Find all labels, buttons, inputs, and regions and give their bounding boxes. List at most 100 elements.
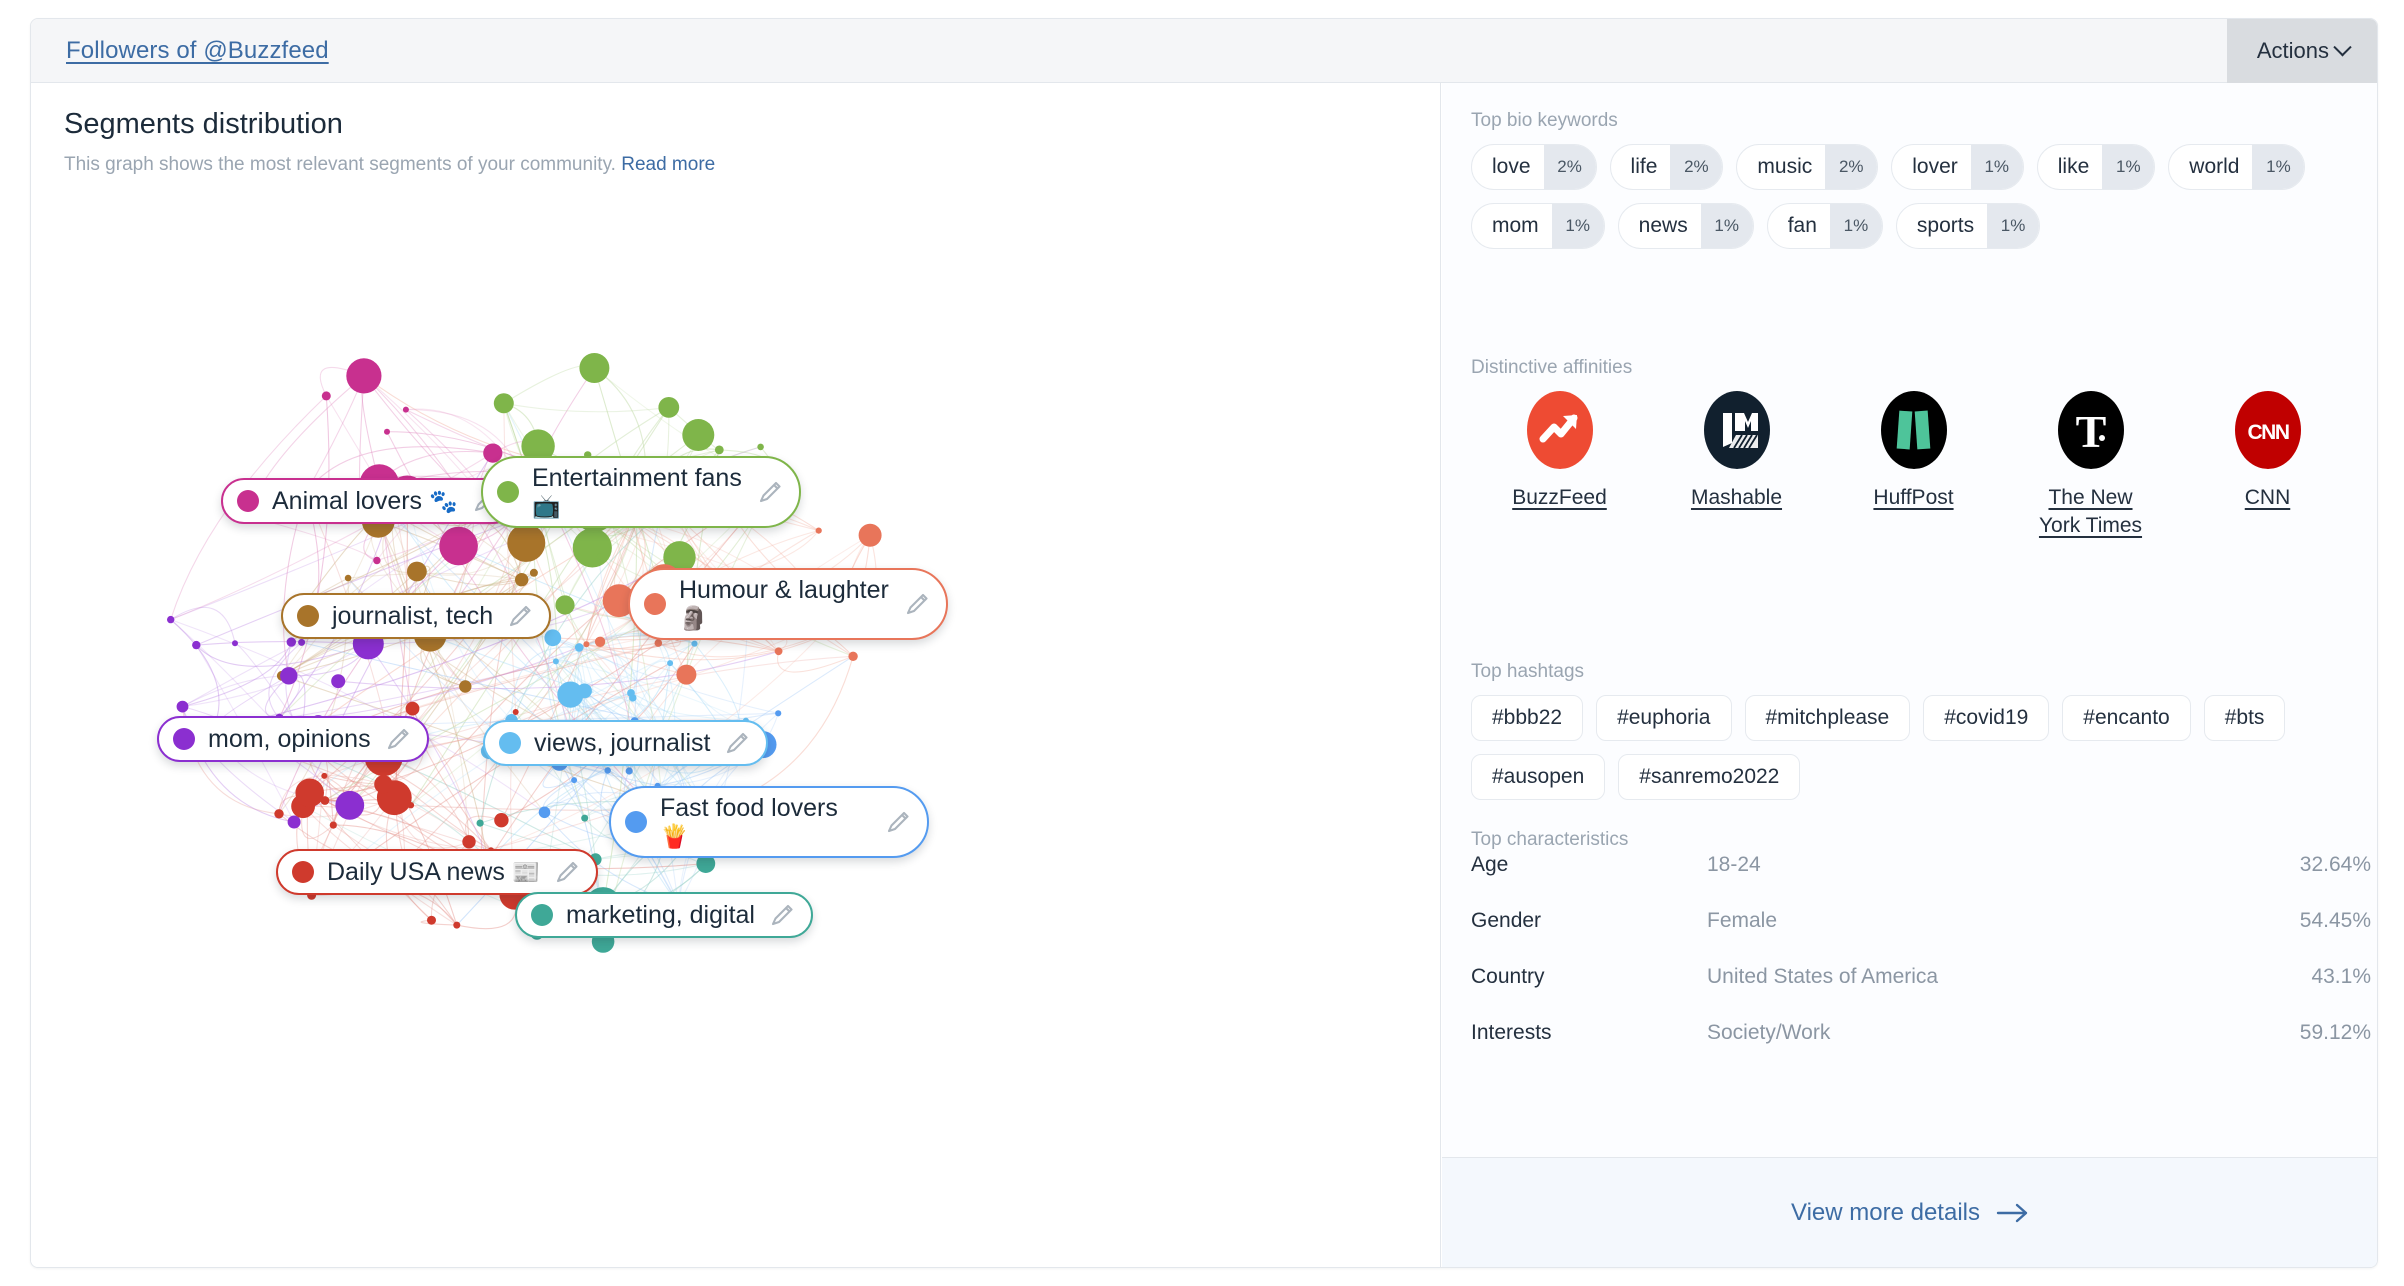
affinity-name[interactable]: HuffPost: [1873, 484, 1953, 512]
edit-pencil-icon[interactable]: [383, 724, 413, 754]
graph-node[interactable]: [493, 393, 514, 414]
hashtag-chip[interactable]: #covid19: [1923, 695, 2050, 741]
report-title-link[interactable]: Followers of @Buzzfeed: [66, 37, 329, 65]
graph-node[interactable]: [286, 637, 296, 647]
hashtag-chip[interactable]: #encanto: [2062, 695, 2191, 741]
graph-node[interactable]: [167, 615, 175, 624]
actions-button[interactable]: Actions: [2226, 19, 2377, 83]
graph-node[interactable]: [682, 419, 715, 451]
bio-keyword-chip[interactable]: love 2%: [1471, 144, 1597, 190]
edit-pencil-icon[interactable]: [767, 900, 797, 930]
graph-node[interactable]: [544, 629, 562, 647]
graph-node[interactable]: [529, 568, 538, 577]
graph-node[interactable]: [274, 809, 284, 819]
segment-label-pill[interactable]: Fast food lovers 🍟: [609, 786, 929, 858]
affinity-name[interactable]: BuzzFeed: [1512, 484, 1607, 512]
graph-node[interactable]: [459, 680, 472, 693]
hashtag-chip[interactable]: #bbb22: [1471, 695, 1584, 741]
graph-node[interactable]: [287, 815, 301, 829]
graph-node[interactable]: [402, 406, 409, 413]
graph-node[interactable]: [581, 814, 589, 822]
affinity-item[interactable]: T The New York Times: [2002, 391, 2179, 541]
graph-node[interactable]: [407, 561, 427, 582]
bio-keyword-chip[interactable]: lover 1%: [1891, 144, 2024, 190]
bio-keyword-chip[interactable]: life 2%: [1609, 144, 1724, 190]
bio-keyword-chip[interactable]: mom 1%: [1471, 203, 1605, 249]
network-graph[interactable]: Animal lovers 🐾 Entertainment fans 📺 Humou…: [31, 193, 1440, 1267]
graph-node[interactable]: [815, 527, 822, 534]
affinity-name[interactable]: CNN: [2245, 484, 2291, 512]
graph-node[interactable]: [714, 445, 724, 455]
edit-pencil-icon[interactable]: [722, 728, 752, 758]
graph-node[interactable]: [555, 595, 575, 615]
graph-node[interactable]: [579, 353, 610, 383]
graph-node[interactable]: [627, 689, 635, 697]
edit-pencil-icon[interactable]: [883, 807, 913, 837]
graph-node[interactable]: [232, 640, 238, 647]
affinity-item[interactable]: BuzzFeed: [1471, 391, 1648, 541]
graph-node[interactable]: [594, 636, 606, 647]
graph-node[interactable]: [476, 819, 484, 827]
edit-pencil-icon[interactable]: [505, 601, 535, 631]
graph-node[interactable]: [507, 523, 546, 562]
graph-node[interactable]: [176, 700, 189, 713]
graph-node[interactable]: [572, 528, 612, 568]
graph-node[interactable]: [538, 806, 551, 819]
affinity-name[interactable]: Mashable: [1691, 484, 1782, 512]
edit-pencil-icon[interactable]: [755, 477, 785, 507]
graph-node[interactable]: [321, 391, 331, 401]
graph-node[interactable]: [571, 777, 578, 784]
view-more-details-button[interactable]: View more details: [1442, 1157, 2377, 1267]
graph-node[interactable]: [374, 775, 393, 794]
segment-label-pill[interactable]: Entertainment fans 📺: [481, 456, 801, 528]
read-more-link[interactable]: Read more: [621, 154, 715, 175]
segment-label-pill[interactable]: journalist, tech: [281, 593, 552, 639]
hashtag-chip[interactable]: #euphoria: [1596, 695, 1732, 741]
graph-node[interactable]: [596, 553, 603, 560]
graph-node[interactable]: [574, 643, 584, 652]
affinity-item[interactable]: Mashable: [1648, 391, 1825, 541]
graph-node[interactable]: [774, 647, 783, 656]
segment-label-pill[interactable]: mom, opinions: [157, 716, 429, 762]
graph-node[interactable]: [604, 767, 611, 774]
graph-node[interactable]: [858, 523, 882, 547]
graph-node[interactable]: [321, 772, 328, 779]
hashtag-chip[interactable]: #bts: [2203, 695, 2286, 741]
bio-keyword-chip[interactable]: news 1%: [1617, 203, 1754, 249]
segment-label-pill[interactable]: Animal lovers 🐾: [221, 478, 516, 524]
graph-node[interactable]: [405, 701, 420, 716]
graph-node[interactable]: [512, 709, 519, 715]
graph-node[interactable]: [552, 658, 559, 665]
graph-node[interactable]: [583, 641, 590, 648]
graph-node[interactable]: [427, 915, 436, 925]
graph-node[interactable]: [373, 556, 381, 565]
graph-node[interactable]: [295, 778, 325, 808]
graph-node[interactable]: [658, 397, 680, 418]
graph-node[interactable]: [757, 443, 764, 451]
graph-node[interactable]: [439, 526, 478, 566]
affinity-item[interactable]: HuffPost: [1825, 391, 2002, 541]
graph-node[interactable]: [298, 638, 306, 646]
edit-pencil-icon[interactable]: [552, 857, 582, 887]
segment-label-pill[interactable]: Daily USA news 📰: [276, 849, 599, 895]
graph-node[interactable]: [775, 710, 782, 717]
hashtag-chip[interactable]: #sanremo2022: [1618, 754, 1801, 800]
segment-label-pill[interactable]: Humour & laughter 🗿: [628, 568, 948, 640]
graph-node[interactable]: [331, 674, 346, 689]
graph-node[interactable]: [335, 790, 365, 820]
hashtag-chip[interactable]: #ausopen: [1471, 754, 1606, 800]
graph-node[interactable]: [494, 813, 509, 828]
graph-node[interactable]: [462, 835, 476, 849]
bio-keyword-chip[interactable]: fan 1%: [1766, 203, 1883, 249]
edit-pencil-icon[interactable]: [902, 589, 932, 619]
graph-node[interactable]: [515, 573, 529, 587]
graph-node[interactable]: [691, 640, 698, 647]
bio-keyword-chip[interactable]: like 1%: [2036, 144, 2156, 190]
segment-label-pill[interactable]: views, journalist: [483, 720, 769, 766]
graph-node[interactable]: [280, 667, 298, 685]
segment-label-pill[interactable]: marketing, digital: [515, 892, 813, 938]
bio-keyword-chip[interactable]: music 2%: [1736, 144, 1879, 190]
graph-node[interactable]: [384, 428, 390, 435]
graph-node[interactable]: [654, 639, 663, 647]
graph-node[interactable]: [848, 651, 858, 661]
